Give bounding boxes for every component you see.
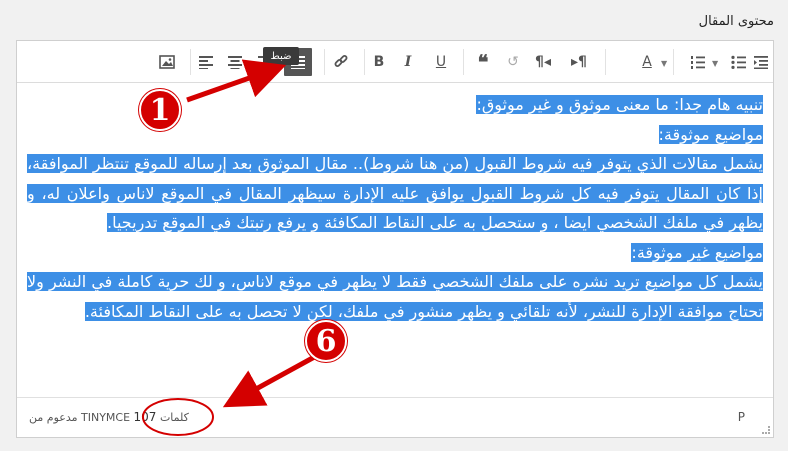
annotation-badge-6: 6 xyxy=(305,320,347,362)
annotation-badge-1: 1 xyxy=(139,89,181,131)
annotation-overlay xyxy=(142,59,320,436)
annotation-arrow-1 xyxy=(186,59,287,103)
annotation-circle xyxy=(142,398,214,436)
annotation-arrow-6 xyxy=(222,352,320,408)
